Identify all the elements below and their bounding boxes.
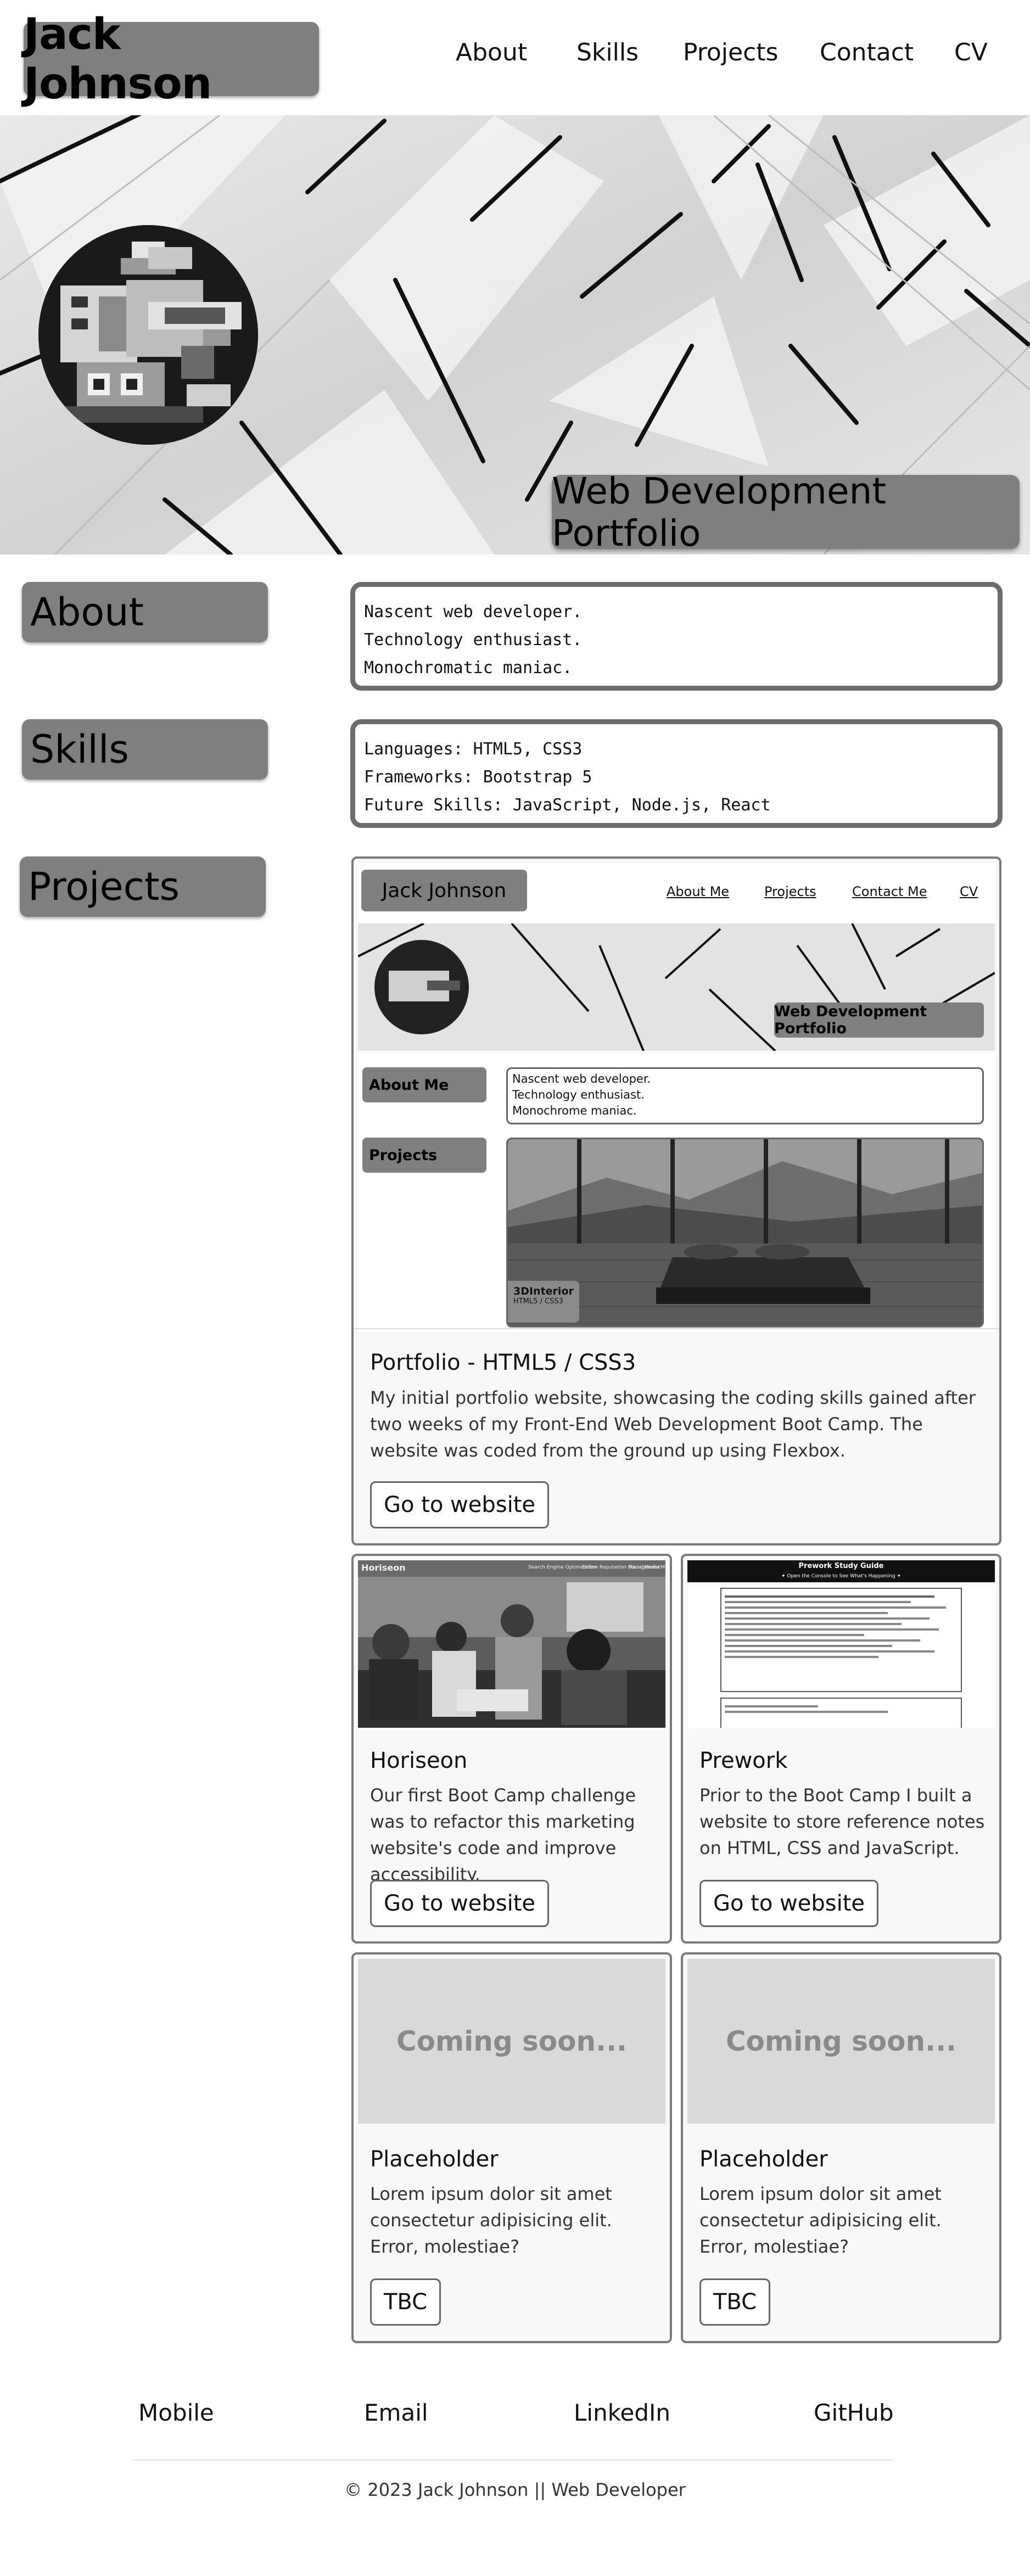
project-description: Lorem ipsum dolor sit amet consectetur a…: [699, 2183, 942, 2257]
project-card-placeholder-2: Coming soon... Placeholder Lorem ipsum d…: [681, 1952, 1001, 2343]
thumb-html-section: [720, 1588, 962, 1692]
preview-about-line: Nascent web developer.: [512, 1072, 651, 1085]
thumb-subtitle: ✦ Open the Console to See What's Happeni…: [781, 1573, 901, 1579]
project-title: Horiseon: [370, 1748, 468, 1773]
preview-hero-title: Web Development Portfolio: [774, 1003, 984, 1038]
thumb-header: Prework Study Guide ✦ Open the Console t…: [687, 1560, 995, 1582]
go-to-website-button[interactable]: Go to website: [699, 1880, 879, 1927]
project-title: Placeholder: [699, 2147, 828, 2172]
go-to-website-button[interactable]: Go to website: [370, 1481, 550, 1528]
preview-project-name: 3DInterior: [513, 1285, 574, 1297]
preview-project-tech: HTML5 / CSS3: [513, 1297, 563, 1306]
preview-nav-cv: CV: [960, 884, 978, 899]
tbc-button[interactable]: TBC: [699, 2278, 771, 2326]
coming-soon-text: Coming soon...: [725, 2025, 957, 2057]
nav-contact[interactable]: Contact: [820, 38, 914, 66]
footer-link-linkedin[interactable]: LinkedIn: [574, 2399, 670, 2426]
preview-hero: Web Development Portfolio: [358, 923, 995, 1051]
skills-line: Languages: HTML5, CSS3: [364, 740, 583, 759]
skills-line: Frameworks: Bootstrap 5: [364, 768, 592, 787]
project-thumbnail: Prework Study Guide ✦ Open the Console t…: [687, 1560, 995, 1728]
coming-soon-text: Coming soon...: [396, 2025, 628, 2057]
nav-skills[interactable]: Skills: [576, 38, 639, 66]
preview-about-label: About Me: [362, 1067, 486, 1102]
project-description: My initial portfolio website, showcasing…: [370, 1387, 976, 1461]
thumb-css-section: [720, 1698, 962, 1728]
about-box: Nascent web developer. Technology enthus…: [350, 582, 1003, 691]
nav-about[interactable]: About: [456, 38, 527, 66]
project-description: Our first Boot Camp challenge was to ref…: [370, 1785, 636, 1885]
project-description: Prior to the Boot Camp I built a website…: [699, 1785, 985, 1858]
thumb-nav-social: Social Media Marketing: [628, 1565, 665, 1570]
skills-heading: Skills: [22, 719, 268, 780]
thumb-brand: Horiseon: [361, 1563, 406, 1573]
about-heading: About: [22, 582, 268, 642]
skills-line: Future Skills: JavaScript, Node.js, Reac…: [364, 796, 771, 815]
thumb-title: Prework Study Guide: [798, 1562, 884, 1570]
tbc-button[interactable]: TBC: [370, 2278, 441, 2326]
skills-box: Languages: HTML5, CSS3 Frameworks: Boots…: [350, 719, 1003, 828]
preview-nav-contact: Contact Me: [852, 884, 927, 899]
project-thumbnail: Horiseon Search Engine Optimization Onli…: [358, 1560, 665, 1728]
project-description: Lorem ipsum dolor sit amet consectetur a…: [370, 2183, 612, 2257]
placeholder-image: Coming soon...: [358, 1959, 665, 2124]
robot-avatar-icon: [38, 225, 258, 445]
footer-link-mobile[interactable]: Mobile: [138, 2399, 214, 2426]
hero-banner: Web Development Portfolio: [0, 115, 1030, 555]
project-title: Portfolio - HTML5 / CSS3: [370, 1350, 636, 1375]
footer-divider: [132, 2460, 893, 2461]
preview-projects-label: Projects: [362, 1138, 486, 1173]
preview-avatar: [374, 940, 469, 1034]
team-meeting-image: [358, 1560, 665, 1728]
preview-project-image: 3DInterior HTML5 / CSS3: [506, 1138, 984, 1328]
nav-cv[interactable]: CV: [954, 38, 988, 66]
footer-link-github[interactable]: GitHub: [814, 2399, 894, 2426]
project-title: Prework: [699, 1748, 788, 1773]
preview-about-line: Technology enthusiast.: [512, 1088, 645, 1101]
preview-about-line: Monochrome maniac.: [512, 1104, 637, 1117]
project-card-portfolio: Jack Johnson About Me Projects Contact M…: [351, 856, 1001, 1545]
preview-nav-about: About Me: [667, 884, 730, 899]
bedroom-interior-image: [508, 1139, 982, 1326]
site-header: Jack Johnson About Skills Projects Conta…: [0, 0, 1030, 115]
projects-heading: Projects: [20, 856, 266, 917]
nav-projects[interactable]: Projects: [683, 38, 778, 66]
preview-about-box: Nascent web developer. Technology enthus…: [506, 1067, 984, 1124]
site-brand[interactable]: Jack Johnson: [24, 10, 319, 109]
preview-project-caption: 3DInterior HTML5 / CSS3: [508, 1281, 579, 1323]
preview-brand: Jack Johnson: [361, 870, 527, 911]
placeholder-image: Coming soon...: [687, 1959, 995, 2124]
footer-link-email[interactable]: Email: [364, 2399, 428, 2426]
avatar: [38, 225, 258, 445]
preview-nav-projects: Projects: [764, 884, 816, 899]
about-line: Monochromatic maniac.: [364, 658, 573, 677]
project-thumbnail: Jack Johnson About Me Projects Contact M…: [358, 863, 995, 1332]
project-title: Placeholder: [370, 2147, 499, 2172]
about-line: Nascent web developer.: [364, 602, 583, 621]
hero-title: Web Development Portfolio: [552, 470, 1020, 555]
copyright-text: © 2023 Jack Johnson || Web Developer: [344, 2479, 686, 2500]
go-to-website-button[interactable]: Go to website: [370, 1880, 550, 1927]
project-card-horiseon: Horiseon Search Engine Optimization Onli…: [351, 1554, 672, 1944]
about-line: Technology enthusiast.: [364, 630, 583, 649]
project-card-prework: Prework Study Guide ✦ Open the Console t…: [681, 1554, 1001, 1944]
project-card-placeholder-1: Coming soon... Placeholder Lorem ipsum d…: [351, 1952, 672, 2343]
